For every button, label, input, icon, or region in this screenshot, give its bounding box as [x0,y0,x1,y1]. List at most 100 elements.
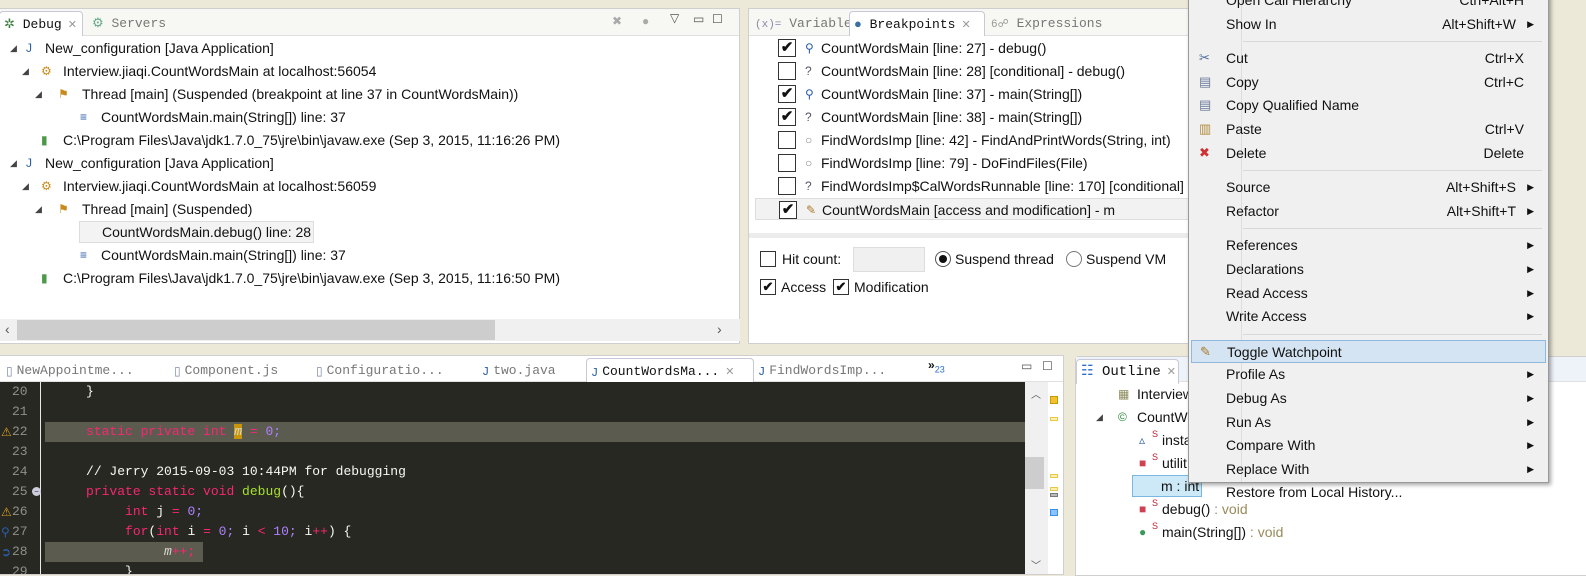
disconnect-icon[interactable]: ● [642,14,649,28]
minimize-icon[interactable]: ▭ [693,12,704,26]
overview-occurrence-marker[interactable] [1050,417,1058,421]
suspend-vm-radio[interactable] [1066,251,1082,267]
tab-breakpoints[interactable]: ● Breakpoints ✕ [849,11,985,36]
overview-debug-marker[interactable] [1050,509,1058,516]
close-icon[interactable]: ✕ [961,20,970,32]
breakpoint-item[interactable]: ○ FindWordsImp [line: 79] - DoFindFiles(F… [755,152,1199,174]
close-icon[interactable]: ✕ [1167,367,1176,379]
menu-item-delete[interactable]: ✖ Delete Delete [1191,142,1546,165]
debug-tree-item[interactable]: ▮ C:\Program Files\Java\jdk1.7.0_75\jre\b… [0,267,740,289]
menu-item-copy[interactable]: ▤ Copy Ctrl+C [1191,71,1546,94]
menu-item-open-call-hierarchy[interactable]: Open Call Hierarchy Ctrl+Alt+H [1191,0,1546,12]
hit-count-input[interactable] [853,247,925,272]
debug-tree-item[interactable]: ≡ CountWordsMain.main(String[]) line: 37 [0,244,740,266]
tab-outline[interactable]: ☷ Outline ✕ [1076,359,1179,384]
modification-checkbox[interactable]: ✔ [833,279,849,295]
fold-toggle-icon[interactable]: − [32,487,41,496]
scroll-right-icon[interactable]: › [717,321,722,337]
access-checkbox[interactable]: ✔ [760,279,776,295]
scroll-up-icon[interactable]: ︿ [1031,386,1041,401]
debug-tree-item[interactable]: ≡ CountWordsMain.main(String[]) line: 37 [0,106,740,128]
menu-item-write-access[interactable]: Write Access ▶ [1191,305,1546,328]
expand-toggle-icon[interactable]: ◢ [1096,406,1103,428]
horizontal-scrollbar[interactable]: ‹ › [0,319,740,341]
expand-toggle-icon[interactable]: ◢ [35,198,42,220]
suspend-thread-radio[interactable] [935,251,951,267]
overview-warning-marker[interactable] [1050,396,1058,404]
scroll-left-icon[interactable]: ‹ [5,321,10,337]
scrollbar-thumb[interactable] [17,320,495,340]
expand-toggle-icon[interactable]: ◢ [35,83,42,105]
breakpoint-item[interactable]: ✔ ⚲ CountWordsMain [line: 27] - debug() [755,37,1199,59]
code-editor[interactable]: 20 } 21 22 ⚠ static private int m = 0; 23 24 … [0,382,1025,574]
overview-occurrence-marker[interactable] [1050,487,1058,491]
menu-item-run-as[interactable]: Run As ▶ [1191,411,1546,434]
menu-item-paste[interactable]: ▥ Paste Ctrl+V [1191,118,1546,141]
editor-tab[interactable]: J FindWordsImp... [754,358,886,383]
breakpoint-item[interactable]: ✔ ✎ CountWordsMain [access and modificatio… [755,198,1199,220]
menu-item-show-in[interactable]: Show In Alt+Shift+W ▶ [1191,13,1546,36]
debug-tree-item[interactable]: ◢ J New_configuration [Java Application] [0,37,740,59]
breakpoint-enabled-checkbox[interactable]: ✔ [778,39,796,57]
menu-item-toggle-watchpoint[interactable]: ✎ Toggle Watchpoint [1191,339,1546,363]
tab-servers[interactable]: ⚙ Servers [88,11,166,36]
overview-occurrence-marker[interactable] [1050,474,1058,478]
menu-item-refactor[interactable]: Refactor Alt+Shift+T ▶ [1191,200,1546,223]
menu-item-replace-with[interactable]: Replace With ▶ [1191,458,1546,481]
expand-toggle-icon[interactable]: ◢ [10,37,17,59]
overview-ruler[interactable] [1048,382,1063,574]
tab-variables[interactable]: (x)= Variables [751,11,859,36]
more-tabs-button[interactable]: »23 [928,358,945,374]
view-menu-icon[interactable]: ▽ [670,11,679,25]
debug-tree-item[interactable]: ◢ ⚙ Interview.jiaqi.CountWordsMain at loca… [0,60,740,82]
breakpoint-enabled-checkbox[interactable] [778,177,796,195]
tab-debug[interactable]: ✲ Debug ✕ [0,11,83,36]
remove-terminated-icon[interactable]: ✖ [612,14,622,28]
breakpoint-enabled-checkbox[interactable] [778,131,796,149]
breakpoint-enabled-checkbox[interactable]: ✔ [779,201,797,219]
debug-tree-item[interactable]: ◢ ⚙ Interview.jiaqi.CountWordsMain at loca… [0,175,740,197]
breakpoint-item[interactable]: ? FindWordsImp$CalWordsRunnable [line: 17… [755,175,1199,197]
breakpoint-enabled-checkbox[interactable] [778,62,796,80]
outline-item[interactable]: ● Smain(String[]) : void [1076,521,1586,543]
scroll-down-icon[interactable]: ﹀ [1031,557,1041,572]
close-icon[interactable]: ✕ [68,20,77,32]
menu-item-profile-as[interactable]: Profile As ▶ [1191,363,1546,386]
menu-item-cut[interactable]: ✂ Cut Ctrl+X [1191,47,1546,70]
menu-item-declarations[interactable]: Declarations ▶ [1191,258,1546,281]
vertical-scrollbar[interactable]: ︿ ﹀ [1025,382,1048,574]
editor-tab[interactable]: ▯ Component.js [170,358,278,383]
breakpoint-enabled-checkbox[interactable]: ✔ [778,85,796,103]
editor-tab[interactable]: ▯ NewAppointme... [2,358,134,383]
breakpoint-enabled-checkbox[interactable]: ✔ [778,108,796,126]
expand-toggle-icon[interactable]: ◢ [22,60,29,82]
close-icon[interactable]: ✕ [725,367,734,379]
expand-toggle-icon[interactable]: ◢ [10,152,17,174]
breakpoint-item[interactable]: ✔ ⚲ CountWordsMain [line: 37] - main(Strin… [755,83,1199,105]
breakpoint-item[interactable]: ✔? CountWordsMain [line: 38] - main(Strin… [755,106,1199,128]
editor-tab[interactable]: ▯ Configuratio... [312,358,444,383]
debug-tree-item[interactable]: ≡CountWordsMain.debug() line: 28 [0,221,740,243]
scrollbar-thumb[interactable] [1025,457,1044,489]
maximize-icon[interactable]: ☐ [712,12,723,26]
menu-item-debug-as[interactable]: Debug As ▶ [1191,387,1546,410]
breakpoint-item[interactable]: ○ FindWordsImp [line: 42] - FindAndPrintW… [755,129,1199,151]
menu-item-compare-with[interactable]: Compare With ▶ [1191,434,1546,457]
minimize-icon[interactable]: ▭ [1021,359,1032,373]
menu-item-copy-qualified-name[interactable]: ▤ Copy Qualified Name [1191,94,1546,117]
menu-item-read-access[interactable]: Read Access ▶ [1191,282,1546,305]
menu-item-references[interactable]: References ▶ [1191,234,1546,257]
debug-tree-item[interactable]: ▮ C:\Program Files\Java\jdk1.7.0_75\jre\b… [0,129,740,151]
breakpoint-enabled-checkbox[interactable] [778,154,796,172]
editor-tab[interactable]: J CountWordsMa... ✕ [586,358,754,383]
tab-expressions[interactable]: 6☍ Expressions [987,11,1102,36]
hit-count-checkbox[interactable] [760,251,776,267]
maximize-icon[interactable]: ☐ [1042,359,1053,373]
overview-marker[interactable] [1050,493,1058,497]
debug-tree-item[interactable]: ◢ ⚑ Thread [main] (Suspended (breakpoint a… [0,83,740,105]
debug-tree-item[interactable]: ◢ ⚑ Thread [main] (Suspended) [0,198,740,220]
menu-item-source[interactable]: Source Alt+Shift+S ▶ [1191,176,1546,199]
expand-toggle-icon[interactable]: ◢ [22,175,29,197]
breakpoint-item[interactable]: ? CountWordsMain [line: 28] [conditional]… [755,60,1199,82]
menu-item-restore-from-local-history[interactable]: Restore from Local History... [1191,481,1546,504]
